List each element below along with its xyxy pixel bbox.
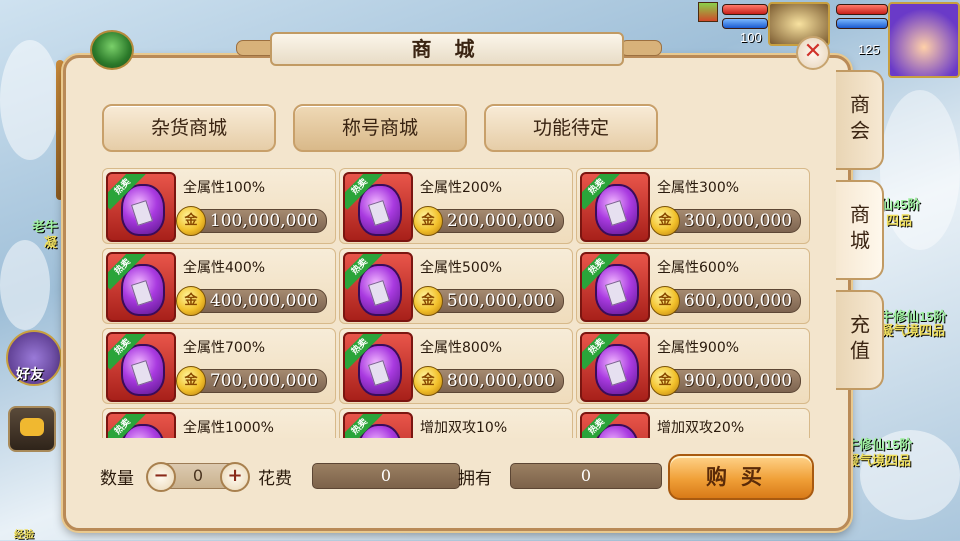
item-price: 700,000,000 [209, 371, 319, 391]
gold-coin-icon: 金 [176, 286, 206, 316]
shop-item-card[interactable]: 热卖 全属性100% 金 100,000,000 [102, 168, 336, 244]
price-bar: 金 600,000,000 [650, 286, 801, 316]
title-ornament-right [620, 40, 662, 56]
item-name: 全属性200% [420, 180, 503, 196]
lantern-icon [90, 30, 134, 70]
item-price: 600,000,000 [683, 291, 793, 311]
shop-item-card[interactable]: 热卖 全属性900% 金 900,000,000 [576, 328, 810, 404]
item-bag-icon: 热卖 [343, 332, 413, 402]
item-price: 800,000,000 [446, 371, 556, 391]
shop-item-card[interactable]: 热卖增加双攻10%金 [339, 408, 573, 438]
item-bag-icon: 热卖 [580, 252, 650, 322]
gold-coin-icon: 金 [413, 206, 443, 236]
item-bag-icon: 热卖 [580, 412, 650, 438]
price-bar: 金 200,000,000 [413, 206, 564, 236]
shop-item-card[interactable]: 热卖 全属性400% 金 400,000,000 [102, 248, 336, 324]
item-name: 全属性100% [183, 180, 266, 196]
item-bag-icon: 热卖 [343, 412, 413, 438]
item-name: 全属性1000% [183, 420, 274, 436]
shop-item-card[interactable]: 热卖增加双攻20%金 [576, 408, 810, 438]
gold-coin-icon: 金 [413, 366, 443, 396]
item-price: 300,000,000 [683, 211, 793, 231]
price-bar: 金 100,000,000 [176, 206, 327, 236]
shop-item-card[interactable]: 热卖 全属性700% 金 700,000,000 [102, 328, 336, 404]
buy-button[interactable]: 购买 [668, 454, 814, 500]
item-name: 全属性300% [657, 180, 740, 196]
close-button[interactable]: ✕ [796, 36, 830, 70]
shop-item-card[interactable]: 热卖 全属性800% 金 800,000,000 [339, 328, 573, 404]
item-price: 900,000,000 [683, 371, 793, 391]
friend-label: 好友 [16, 367, 44, 383]
gold-coin-icon: 金 [176, 366, 206, 396]
owned-label: 拥有 [458, 469, 492, 489]
side-tab-mall[interactable]: 商城 [836, 180, 884, 280]
world-npc-title: 四品 [886, 213, 913, 228]
player-portrait[interactable] [888, 2, 960, 78]
cost-label: 花费 [258, 469, 292, 489]
price-bar: 金 300,000,000 [650, 206, 801, 236]
item-name: 全属性800% [420, 340, 503, 356]
side-tab-guild[interactable]: 商会 [836, 70, 884, 170]
decrease-button[interactable]: − [146, 462, 176, 492]
gold-coin-icon: 金 [650, 286, 680, 316]
item-bag-icon: 热卖 [580, 332, 650, 402]
player-hp-bar [836, 4, 888, 15]
item-bag-icon: 热卖 [106, 172, 176, 242]
item-bag-icon: 热卖 [106, 412, 176, 438]
item-name: 增加双攻10% [420, 420, 508, 436]
item-name: 全属性500% [420, 260, 503, 276]
tab-general-store[interactable]: 杂货商城 [102, 104, 276, 152]
chat-button[interactable] [8, 406, 56, 452]
item-bag-icon: 热卖 [106, 252, 176, 322]
item-name: 全属性700% [183, 340, 266, 356]
owned-field: 0 [510, 463, 662, 489]
quantity-label: 数量 [100, 469, 134, 489]
item-price: 100,000,000 [209, 211, 319, 231]
price-bar: 金 700,000,000 [176, 366, 327, 396]
item-grid: 热卖 全属性100% 金 100,000,000 热卖 全属性200% 金 200,000,0… [102, 168, 812, 438]
status-icon[interactable] [698, 2, 718, 22]
shop-item-card[interactable]: 热卖 全属性200% 金 200,000,000 [339, 168, 573, 244]
world-npc-title: 凝气境四品 [880, 323, 946, 338]
item-price: 500,000,000 [446, 291, 556, 311]
price-bar: 金 900,000,000 [650, 366, 801, 396]
item-bag-icon: 热卖 [580, 172, 650, 242]
item-name: 增加双攻20% [657, 420, 745, 436]
item-bag-icon: 热卖 [343, 172, 413, 242]
item-price: 400,000,000 [209, 291, 319, 311]
gold-coin-icon: 金 [650, 206, 680, 236]
item-name: 全属性400% [183, 260, 266, 276]
item-price: 200,000,000 [446, 211, 556, 231]
chat-bubble-icon [20, 418, 44, 436]
gold-coin-icon: 金 [176, 206, 206, 236]
item-bag-icon: 热卖 [343, 252, 413, 322]
shop-item-card[interactable]: 热卖 全属性300% 金 300,000,000 [576, 168, 810, 244]
item-name: 全属性900% [657, 340, 740, 356]
price-bar: 金 400,000,000 [176, 286, 327, 316]
shop-item-card[interactable]: 热卖 全属性500% 金 500,000,000 [339, 248, 573, 324]
gold-coin-icon: 金 [413, 286, 443, 316]
cost-field: 0 [312, 463, 460, 489]
side-tab-recharge[interactable]: 充值 [836, 290, 884, 390]
gold-coin-icon: 金 [650, 366, 680, 396]
increase-button[interactable]: + [220, 462, 250, 492]
pet-level: 100 [740, 30, 762, 45]
shop-title: 商 城 [270, 32, 624, 66]
pet-mp-bar [722, 18, 768, 29]
item-name: 全属性600% [657, 260, 740, 276]
shop-item-card[interactable]: 热卖全属性1000%金 [102, 408, 336, 438]
item-bag-icon: 热卖 [106, 332, 176, 402]
exp-label: 经验 [14, 530, 34, 541]
quantity-value[interactable]: 0 [186, 466, 210, 485]
player-level: 125 [858, 42, 880, 57]
tab-title-store[interactable]: 称号商城 [293, 104, 467, 152]
player-mp-bar [836, 18, 888, 29]
tab-pending-feature[interactable]: 功能待定 [484, 104, 658, 152]
price-bar: 金 500,000,000 [413, 286, 564, 316]
world-npc-title: 凝气境四品 [846, 453, 912, 468]
shop-item-card[interactable]: 热卖 全属性600% 金 600,000,000 [576, 248, 810, 324]
price-bar: 金 800,000,000 [413, 366, 564, 396]
world-npc-title: 凝 [44, 235, 58, 250]
pet-hp-bar [722, 4, 768, 15]
